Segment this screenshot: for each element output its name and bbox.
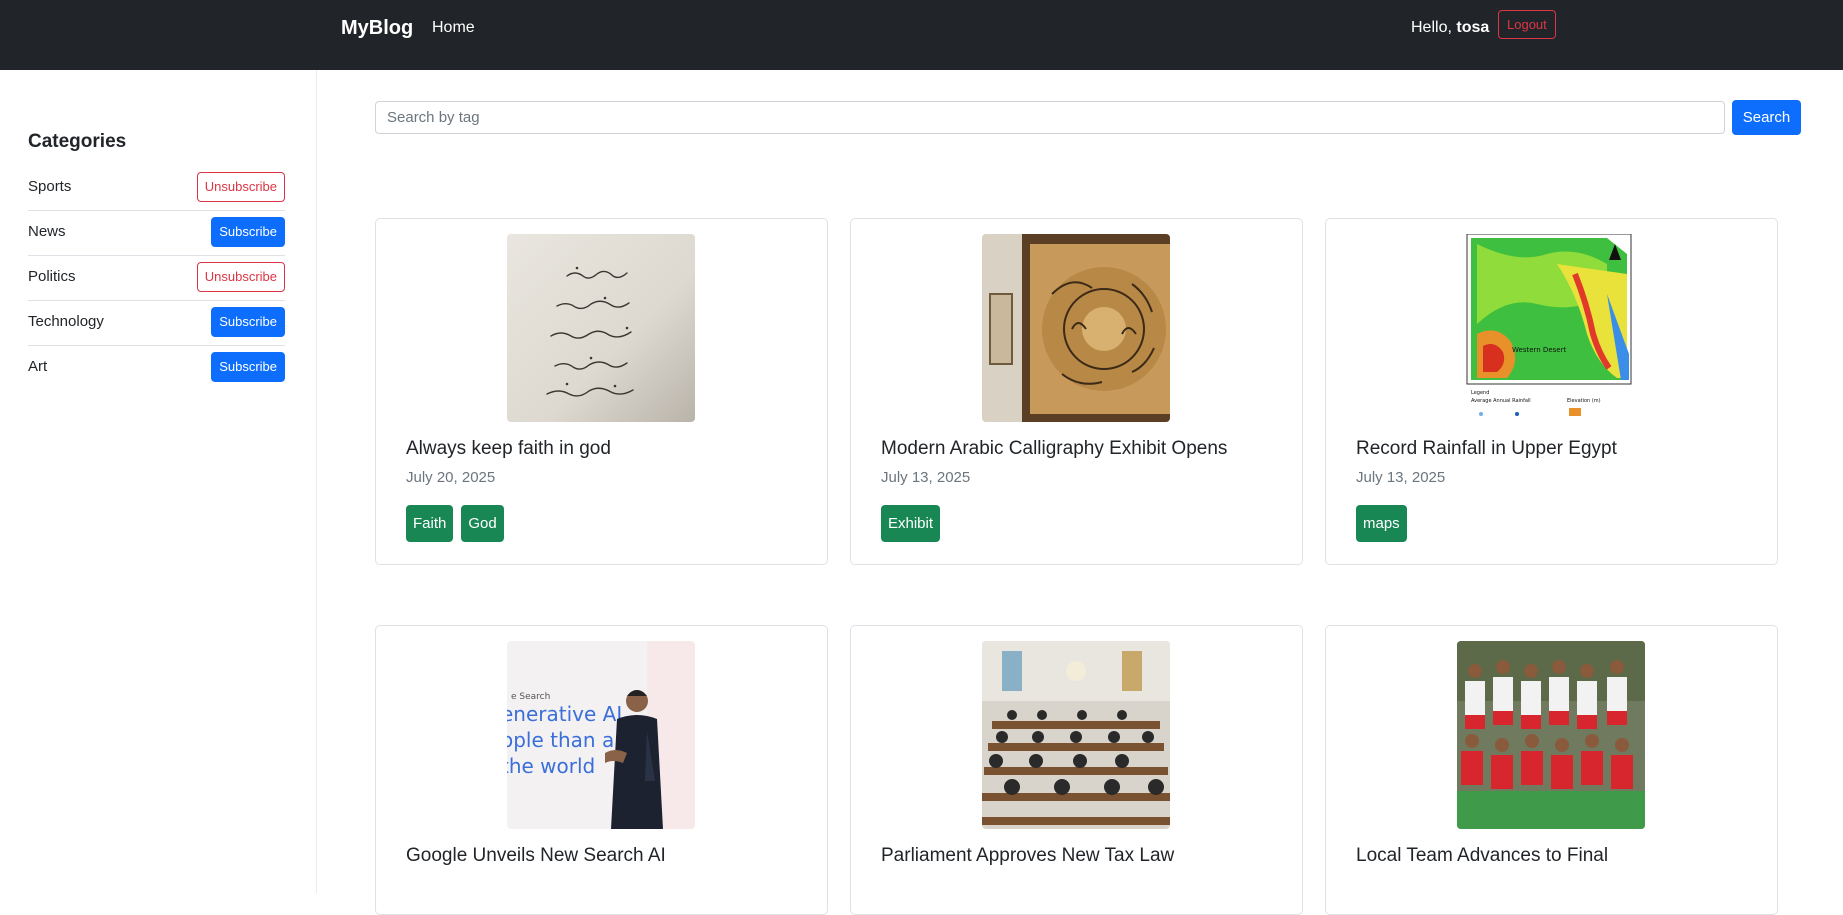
post-card[interactable]: Modern Arabic Calligraphy Exhibit Opens …	[850, 218, 1303, 565]
post-tags: Exhibit	[881, 505, 941, 542]
category-item-sports: Sports Unsubscribe	[28, 166, 285, 211]
category-name: Technology	[28, 313, 104, 330]
post-title[interactable]: Record Rainfall in Upper Egypt	[1356, 438, 1617, 460]
svg-text:enerative AI: enerative AI	[507, 702, 622, 726]
svg-text:Elevation (m): Elevation (m)	[1567, 398, 1601, 404]
svg-text:Legend: Legend	[1471, 390, 1489, 396]
post-image-football-team[interactable]	[1457, 641, 1645, 829]
category-item-news: News Subscribe	[28, 211, 285, 256]
nav-home-link[interactable]: Home	[432, 19, 475, 37]
post-card[interactable]: enerative AI ople than any the world e S…	[375, 625, 828, 915]
category-name: Politics	[28, 268, 76, 285]
post-card[interactable]: Local Team Advances to Final	[1325, 625, 1778, 915]
category-name: Sports	[28, 178, 72, 195]
top-navbar: MyBlog Home Hello, tosa Logout	[0, 0, 1843, 70]
category-list: Sports Unsubscribe News Subscribe Politi…	[28, 166, 285, 391]
unsubscribe-politics-button[interactable]: Unsubscribe	[196, 262, 285, 292]
brand-logo[interactable]: MyBlog	[341, 17, 413, 40]
tag-search-input[interactable]	[375, 101, 1725, 134]
post-image-presenter[interactable]: enerative AI ople than any the world e S…	[507, 641, 695, 829]
post-image-calligraphy-exhibit[interactable]	[982, 234, 1170, 422]
subscribe-technology-button[interactable]: Subscribe	[211, 307, 285, 337]
post-title[interactable]: Google Unveils New Search AI	[406, 845, 666, 867]
username: tosa	[1456, 19, 1490, 36]
post-image-arabic-handwriting[interactable]	[507, 234, 695, 422]
svg-text:the world: the world	[507, 754, 595, 778]
category-name: Art	[28, 358, 48, 375]
search-button[interactable]: Search	[1732, 100, 1801, 135]
post-title[interactable]: Local Team Advances to Final	[1356, 845, 1608, 867]
user-greeting: Hello, tosa	[1411, 19, 1489, 37]
post-date: July 20, 2025	[406, 469, 496, 486]
post-image-parliament-hall[interactable]	[982, 641, 1170, 829]
category-item-politics: Politics Unsubscribe	[28, 256, 285, 301]
post-card[interactable]: Western Desert Legend Average Annual Rai…	[1325, 218, 1778, 565]
category-item-art: Art Subscribe	[28, 346, 285, 391]
tag-badge[interactable]: Faith	[406, 505, 454, 542]
unsubscribe-sports-button[interactable]: Unsubscribe	[196, 172, 285, 202]
category-name: News	[28, 223, 66, 240]
post-title[interactable]: Parliament Approves New Tax Law	[881, 845, 1174, 867]
post-tags: Faith God	[406, 505, 504, 542]
post-tags: maps	[1356, 505, 1407, 542]
post-image-egypt-rainfall-map[interactable]: Western Desert Legend Average Annual Rai…	[1457, 234, 1645, 422]
subscribe-art-button[interactable]: Subscribe	[211, 352, 285, 382]
post-date: July 13, 2025	[1356, 469, 1446, 486]
subscribe-news-button[interactable]: Subscribe	[211, 217, 285, 247]
category-item-technology: Technology Subscribe	[28, 301, 285, 346]
svg-text:e Search: e Search	[511, 692, 550, 702]
post-title[interactable]: Always keep faith in god	[406, 438, 611, 460]
svg-text:Average Annual Rainfall: Average Annual Rainfall	[1471, 398, 1531, 404]
post-title[interactable]: Modern Arabic Calligraphy Exhibit Opens	[881, 438, 1227, 460]
greeting-text: Hello,	[1411, 19, 1452, 36]
categories-heading: Categories	[28, 131, 127, 152]
svg-text:Western Desert: Western Desert	[1512, 346, 1566, 354]
post-date: July 13, 2025	[881, 469, 971, 486]
tag-badge[interactable]: Exhibit	[881, 505, 941, 542]
post-card[interactable]: Always keep faith in god July 20, 2025 F…	[375, 218, 828, 565]
logout-button[interactable]: Logout	[1498, 10, 1556, 39]
tag-badge[interactable]: maps	[1356, 505, 1407, 542]
tag-badge[interactable]: God	[461, 505, 504, 542]
categories-sidebar: Categories Sports Unsubscribe News Subsc…	[0, 70, 317, 893]
post-card[interactable]: Parliament Approves New Tax Law	[850, 625, 1303, 915]
